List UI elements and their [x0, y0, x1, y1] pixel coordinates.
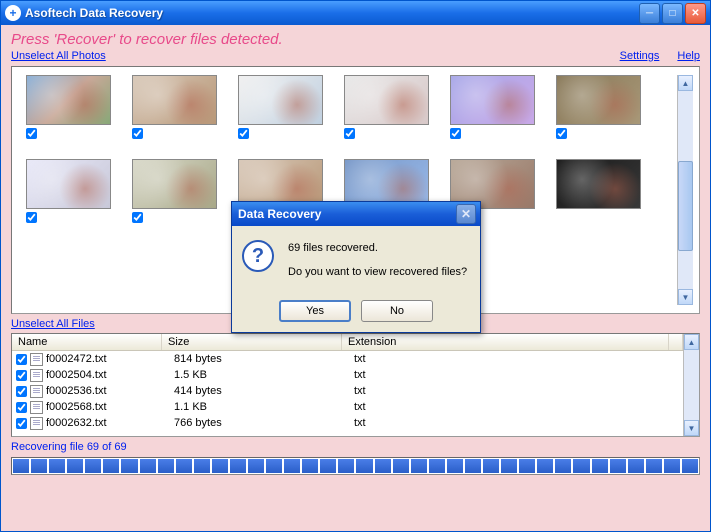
photo-item[interactable]: [556, 75, 646, 139]
table-row[interactable]: f0002536.txt414 bytestxt: [12, 383, 683, 399]
photo-checkbox[interactable]: [344, 128, 355, 139]
file-checkbox[interactable]: [16, 402, 27, 413]
file-icon: [30, 353, 43, 366]
titlebar: + Asoftech Data Recovery ─ □ ✕: [1, 1, 710, 25]
table-row[interactable]: f0002632.txt766 bytestxt: [12, 415, 683, 431]
dialog-line2: Do you want to view recovered files?: [288, 264, 467, 280]
file-name: f0002632.txt: [46, 417, 174, 429]
scroll-up-icon[interactable]: ▲: [678, 75, 693, 91]
file-ext: txt: [354, 385, 683, 397]
file-checkbox[interactable]: [16, 370, 27, 381]
col-name[interactable]: Name: [12, 334, 162, 350]
file-ext: txt: [354, 369, 683, 381]
dialog-title: Data Recovery: [236, 207, 456, 221]
photo-item[interactable]: [132, 75, 222, 139]
question-icon: ?: [242, 240, 274, 272]
file-size: 766 bytes: [174, 417, 354, 429]
dialog-line1: 69 files recovered.: [288, 240, 467, 256]
scroll-track[interactable]: [678, 91, 693, 289]
photo-thumbnail[interactable]: [132, 75, 217, 125]
minimize-button[interactable]: ─: [639, 3, 660, 24]
scroll-up-icon[interactable]: ▲: [684, 334, 699, 350]
file-name: f0002472.txt: [46, 353, 174, 365]
file-scrollbar[interactable]: ▲ ▼: [683, 334, 699, 436]
unselect-photos-link[interactable]: Unselect All Photos: [11, 50, 106, 62]
file-size: 1.5 KB: [174, 369, 354, 381]
col-spacer: [669, 334, 683, 350]
photo-thumbnail[interactable]: [26, 75, 111, 125]
help-link[interactable]: Help: [677, 50, 700, 62]
photo-thumbnail[interactable]: [450, 75, 535, 125]
col-ext[interactable]: Extension: [342, 334, 669, 350]
close-button[interactable]: ✕: [685, 3, 706, 24]
file-size: 814 bytes: [174, 353, 354, 365]
photo-item[interactable]: [132, 159, 222, 223]
photo-thumbnail[interactable]: [132, 159, 217, 209]
photo-scrollbar[interactable]: ▲ ▼: [677, 75, 693, 305]
photo-thumbnail[interactable]: [238, 75, 323, 125]
photo-item[interactable]: [238, 75, 328, 139]
yes-button[interactable]: Yes: [279, 300, 351, 322]
scroll-track[interactable]: [684, 350, 699, 420]
file-ext: txt: [354, 353, 683, 365]
dialog-message: 69 files recovered. Do you want to view …: [288, 240, 467, 288]
app-icon: +: [5, 5, 21, 21]
photo-item[interactable]: [556, 159, 646, 223]
file-size: 414 bytes: [174, 385, 354, 397]
file-name: f0002536.txt: [46, 385, 174, 397]
photo-checkbox[interactable]: [132, 128, 143, 139]
file-icon: [30, 369, 43, 382]
file-icon: [30, 417, 43, 430]
dialog-close-button[interactable]: ✕: [456, 204, 476, 224]
col-size[interactable]: Size: [162, 334, 342, 350]
file-icon: [30, 401, 43, 414]
scroll-thumb[interactable]: [678, 161, 693, 251]
maximize-button[interactable]: □: [662, 3, 683, 24]
photo-checkbox[interactable]: [238, 128, 249, 139]
scroll-down-icon[interactable]: ▼: [684, 420, 699, 436]
file-table-header: Name Size Extension: [12, 334, 683, 351]
progress-bar: [11, 457, 700, 475]
file-checkbox[interactable]: [16, 354, 27, 365]
main-window: + Asoftech Data Recovery ─ □ ✕ Press 'Re…: [0, 0, 711, 532]
table-row[interactable]: f0002472.txt814 bytestxt: [12, 351, 683, 367]
app-title: Asoftech Data Recovery: [25, 6, 639, 20]
photo-thumbnail[interactable]: [344, 75, 429, 125]
photo-thumbnail[interactable]: [556, 159, 641, 209]
file-icon: [30, 385, 43, 398]
file-name: f0002504.txt: [46, 369, 174, 381]
photo-item[interactable]: [450, 75, 540, 139]
photo-item[interactable]: [344, 75, 434, 139]
recovery-dialog: Data Recovery ✕ ? 69 files recovered. Do…: [231, 201, 481, 333]
photo-checkbox[interactable]: [556, 128, 567, 139]
file-checkbox[interactable]: [16, 418, 27, 429]
photo-item[interactable]: [26, 159, 116, 223]
photo-checkbox[interactable]: [26, 212, 37, 223]
instruction-text: Press 'Recover' to recover files detecte…: [11, 31, 700, 48]
photo-thumbnail[interactable]: [26, 159, 111, 209]
file-name: f0002568.txt: [46, 401, 174, 413]
settings-link[interactable]: Settings: [620, 50, 660, 62]
dialog-titlebar: Data Recovery ✕: [232, 202, 480, 226]
table-row[interactable]: f0002504.txt1.5 KBtxt: [12, 367, 683, 383]
photo-checkbox[interactable]: [132, 212, 143, 223]
status-text: Recovering file 69 of 69: [11, 441, 700, 453]
file-ext: txt: [354, 417, 683, 429]
table-row[interactable]: f0002568.txt1.1 KBtxt: [12, 399, 683, 415]
scroll-down-icon[interactable]: ▼: [678, 289, 693, 305]
no-button[interactable]: No: [361, 300, 433, 322]
photo-checkbox[interactable]: [26, 128, 37, 139]
file-checkbox[interactable]: [16, 386, 27, 397]
photo-item[interactable]: [26, 75, 116, 139]
file-panel: Name Size Extension f0002472.txt814 byte…: [11, 333, 700, 437]
unselect-files-link[interactable]: Unselect All Files: [11, 318, 95, 330]
file-size: 1.1 KB: [174, 401, 354, 413]
photo-checkbox[interactable]: [450, 128, 461, 139]
file-ext: txt: [354, 401, 683, 413]
photo-thumbnail[interactable]: [556, 75, 641, 125]
